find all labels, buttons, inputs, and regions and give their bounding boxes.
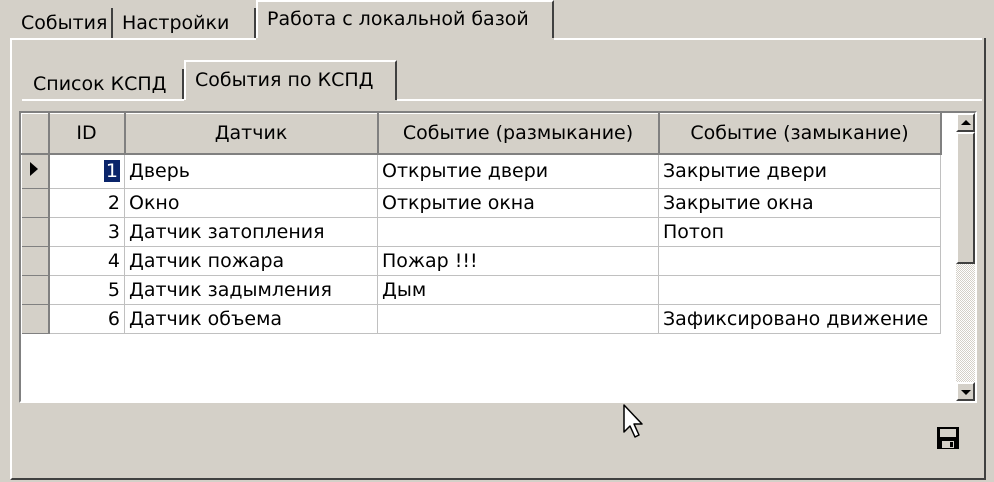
cell-id[interactable]: 4 xyxy=(48,246,125,276)
cell-open-event[interactable]: Открытие окна xyxy=(377,188,659,218)
arrow-up-icon xyxy=(961,120,971,125)
row-indicator[interactable] xyxy=(21,304,50,334)
row-indicator[interactable] xyxy=(21,246,50,276)
column-header-sensor[interactable]: Датчик xyxy=(124,113,379,155)
cell-open-event[interactable] xyxy=(377,304,659,334)
cell-id[interactable]: 5 xyxy=(48,275,125,305)
mouse-pointer-icon xyxy=(623,404,643,438)
grid-vertical-scrollbar[interactable] xyxy=(956,113,975,401)
scroll-down-button[interactable] xyxy=(956,382,975,401)
tab-settings-label: Настройки xyxy=(122,12,230,34)
cell-id[interactable]: 2 xyxy=(48,188,125,218)
column-header-close-event[interactable]: Событие (замыкание) xyxy=(658,113,942,155)
tab-local-database-label: Работа с локальной базой xyxy=(267,8,529,30)
indicator-header xyxy=(21,113,50,155)
table-row[interactable]: 3 Датчик затопления Потоп xyxy=(21,217,941,247)
cell-sensor[interactable]: Дверь xyxy=(124,153,378,189)
kspd-events-grid[interactable]: ID Датчик Событие (размыкание) Событие (… xyxy=(19,111,977,403)
cell-sensor[interactable]: Датчик задымления xyxy=(124,275,378,305)
cell-id[interactable]: 6 xyxy=(48,304,125,334)
record-pointer-icon xyxy=(29,161,38,176)
tab-kspd-events[interactable]: События по КСПД xyxy=(184,60,397,100)
cell-open-event[interactable]: Дым xyxy=(377,275,659,305)
save-button[interactable] xyxy=(936,426,960,450)
table-row[interactable]: 2 Окно Открытие окна Закрытие окна xyxy=(21,188,941,218)
table-row[interactable]: 4 Датчик пожара Пожар !!! xyxy=(21,246,941,276)
cell-sensor[interactable]: Датчик объема xyxy=(124,304,378,334)
cell-id[interactable]: 3 xyxy=(48,217,125,247)
cell-close-event[interactable] xyxy=(658,246,941,276)
tab-kspd-list-label: Список КСПД xyxy=(33,73,167,95)
subtab-strip-edge xyxy=(22,99,184,101)
table-row[interactable]: 5 Датчик задымления Дым xyxy=(21,275,941,305)
scroll-up-button[interactable] xyxy=(956,113,975,132)
cell-close-event[interactable]: Потоп xyxy=(658,217,941,247)
floppy-disk-icon xyxy=(937,427,959,449)
cell-open-event[interactable]: Пожар !!! xyxy=(377,246,659,276)
table-row[interactable]: 1 Дверь Открытие двери Закрытие двери xyxy=(21,153,941,189)
table-row[interactable]: 6 Датчик объема Зафиксировано движение xyxy=(21,304,941,334)
events-table: ID Датчик Событие (размыкание) Событие (… xyxy=(21,113,942,334)
table-header-row: ID Датчик Событие (размыкание) Событие (… xyxy=(21,113,942,155)
tab-kspd-list[interactable]: Список КСПД xyxy=(24,69,184,101)
row-indicator[interactable] xyxy=(21,188,50,218)
tab-local-database[interactable]: Работа с локальной базой xyxy=(256,0,554,38)
tab-strip-edge-right xyxy=(554,38,982,40)
cell-sensor[interactable]: Окно xyxy=(124,188,378,218)
tab-settings[interactable]: Настройки xyxy=(113,8,256,40)
cell-id[interactable]: 1 xyxy=(48,153,125,189)
subtab-strip-edge-right xyxy=(397,99,982,101)
cell-open-event[interactable] xyxy=(377,217,659,247)
cell-sensor[interactable]: Датчик пожара xyxy=(124,246,378,276)
cell-close-event[interactable] xyxy=(658,275,941,305)
cell-close-event[interactable]: Закрытие двери xyxy=(658,153,941,189)
arrow-down-icon xyxy=(961,390,971,395)
scroll-thumb[interactable] xyxy=(956,132,975,264)
row-indicator[interactable] xyxy=(21,153,50,189)
tab-events[interactable]: События xyxy=(12,8,113,40)
tab-events-label: События xyxy=(21,12,108,34)
tab-kspd-events-label: События по КСПД xyxy=(195,69,374,91)
column-header-id[interactable]: ID xyxy=(48,113,126,155)
column-header-open-event[interactable]: Событие (размыкание) xyxy=(377,113,660,155)
cell-close-event[interactable]: Закрытие окна xyxy=(658,188,941,218)
row-indicator[interactable] xyxy=(21,275,50,305)
tab-strip-edge xyxy=(10,38,256,40)
cell-sensor[interactable]: Датчик затопления xyxy=(124,217,378,247)
cell-open-event[interactable]: Открытие двери xyxy=(377,153,659,189)
row-indicator[interactable] xyxy=(21,217,50,247)
cell-close-event[interactable]: Зафиксировано движение xyxy=(658,304,941,334)
